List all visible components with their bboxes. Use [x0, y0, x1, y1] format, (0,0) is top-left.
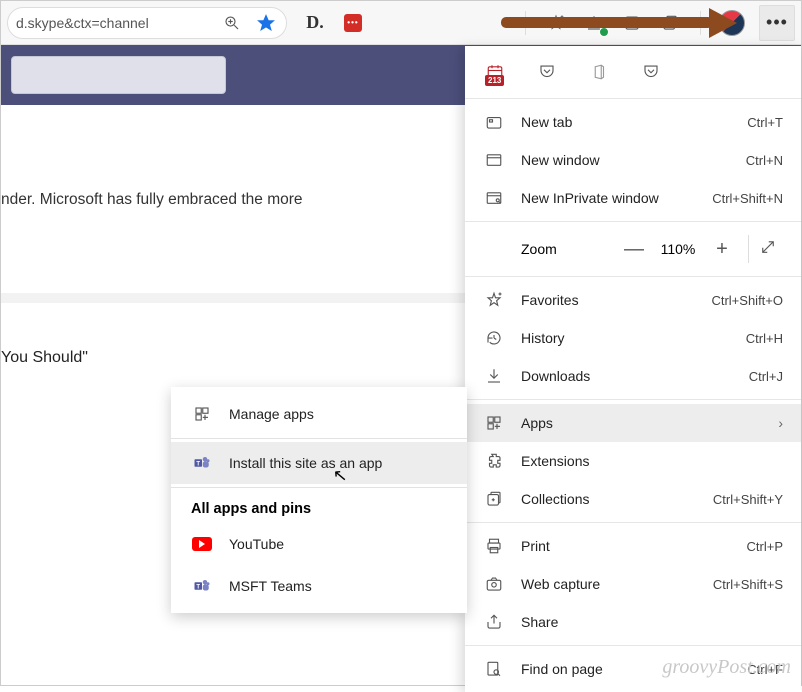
inprivate-icon	[483, 189, 505, 207]
teams-app-icon: T	[191, 454, 213, 472]
history-icon	[483, 329, 505, 347]
watermark: groovyPost.com	[662, 656, 791, 679]
pocket-pinned-icon[interactable]	[535, 60, 559, 84]
zoom-value: 110%	[650, 241, 706, 257]
submenu-install-site-as-app[interactable]: T Install this site as an app	[171, 442, 467, 484]
favorite-star-icon[interactable]	[254, 11, 278, 35]
collections-icon[interactable]	[658, 11, 682, 35]
menu-downloads[interactable]: Downloads Ctrl+J	[465, 357, 801, 395]
zoom-label: Zoom	[483, 241, 575, 257]
submenu-header: All apps and pins	[171, 491, 467, 523]
extension-d-icon[interactable]: D.	[303, 11, 327, 35]
menu-new-inprivate[interactable]: New InPrivate window Ctrl+Shift+N	[465, 179, 801, 217]
new-tab-icon	[483, 113, 505, 131]
share-icon	[483, 613, 505, 631]
extension-lastpass-icon[interactable]: •••	[341, 11, 365, 35]
downloads-menu-icon	[483, 367, 505, 385]
manage-apps-icon	[191, 405, 213, 423]
toolbar-right: •••	[521, 5, 795, 41]
svg-text:T: T	[196, 584, 200, 590]
toolbar-extensions: D. •••	[303, 11, 365, 35]
zoom-out-button[interactable]: —	[618, 238, 650, 261]
downloads-icon[interactable]	[582, 11, 606, 35]
menu-history[interactable]: History Ctrl+H	[465, 319, 801, 357]
zoom-magnifier-icon[interactable]	[220, 11, 244, 35]
menu-new-tab[interactable]: New tab Ctrl+T	[465, 103, 801, 141]
chevron-right-icon: ›	[778, 415, 783, 431]
menu-extensions[interactable]: Extensions	[465, 442, 801, 480]
menu-zoom-row: Zoom — 110% +	[465, 226, 801, 272]
settings-menu-button[interactable]: •••	[759, 5, 795, 41]
submenu-app-msft-teams[interactable]: T MSFT Teams	[171, 565, 467, 607]
url-text: d.skype&ctx=channel	[16, 15, 214, 31]
menu-print[interactable]: Print Ctrl+P	[465, 527, 801, 565]
address-bar[interactable]: d.skype&ctx=channel	[7, 7, 287, 39]
teams-search-box[interactable]	[11, 56, 226, 94]
new-window-icon	[483, 151, 505, 169]
teams-icon: T	[191, 577, 213, 595]
apps-submenu: Manage apps T Install this site as an ap…	[171, 387, 467, 613]
menu-collections[interactable]: Collections Ctrl+Shift+Y	[465, 480, 801, 518]
favorites-icon	[483, 291, 505, 309]
extensions-icon	[483, 452, 505, 470]
menu-web-capture[interactable]: Web capture Ctrl+Shift+S	[465, 565, 801, 603]
menu-apps[interactable]: Apps ›	[465, 404, 801, 442]
profile-avatar[interactable]	[719, 10, 745, 36]
favorites-shortcut-icon[interactable]	[544, 11, 568, 35]
pocket2-pinned-icon[interactable]	[639, 60, 663, 84]
collections-menu-icon	[483, 490, 505, 508]
fullscreen-button[interactable]	[759, 238, 783, 261]
youtube-icon	[191, 537, 213, 551]
calendar-pinned-icon[interactable]: 213	[483, 60, 507, 84]
find-icon	[483, 660, 505, 678]
extensions-box-icon[interactable]	[620, 11, 644, 35]
menu-new-window[interactable]: New window Ctrl+N	[465, 141, 801, 179]
menu-favorites[interactable]: Favorites Ctrl+Shift+O	[465, 281, 801, 319]
calendar-badge: 213	[485, 75, 504, 86]
menu-share[interactable]: Share	[465, 603, 801, 641]
submenu-manage-apps[interactable]: Manage apps	[171, 393, 467, 435]
svg-text:T: T	[196, 461, 200, 467]
menu-pinned-icons-row: 213	[465, 54, 801, 94]
print-icon	[483, 537, 505, 555]
settings-menu: 213 New tab Ctrl+T New window Ctrl+N New…	[465, 46, 801, 692]
browser-top-bar: d.skype&ctx=channel D. •••	[1, 1, 801, 45]
apps-icon	[483, 414, 505, 432]
zoom-in-button[interactable]: +	[706, 238, 738, 261]
office-pinned-icon[interactable]	[587, 60, 611, 84]
submenu-app-youtube[interactable]: YouTube	[171, 523, 467, 565]
web-capture-icon	[483, 575, 505, 593]
